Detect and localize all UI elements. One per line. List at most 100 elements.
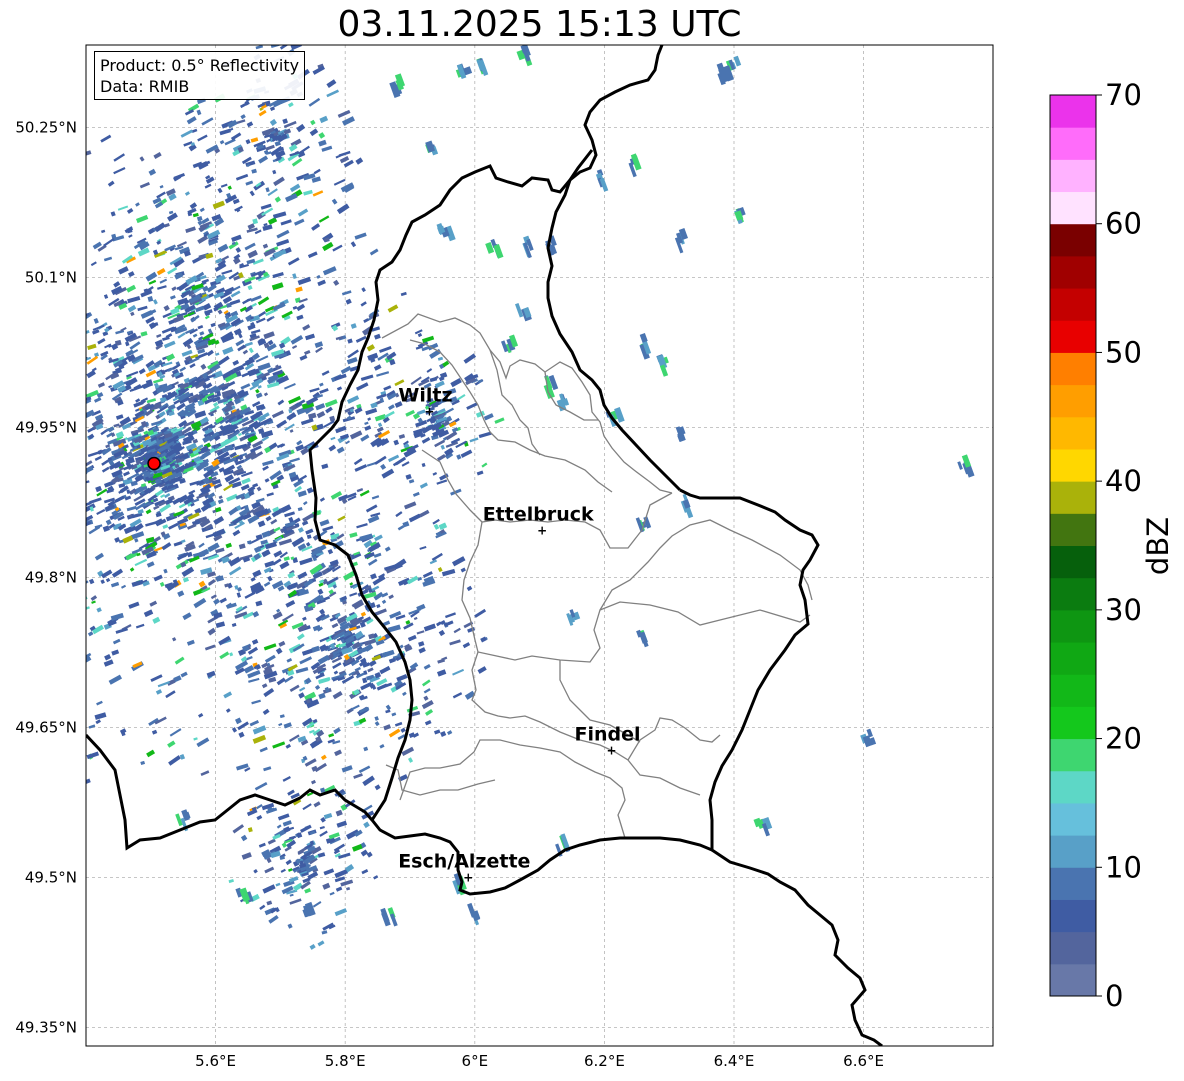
city-marker: +: [424, 405, 434, 419]
echo-pixel: [957, 461, 963, 470]
echo-pixel: [138, 368, 146, 375]
echo-pixel: [445, 612, 456, 619]
echo-pixel: [388, 728, 401, 738]
echo-pixel: [174, 656, 185, 665]
echo-pixel: [394, 721, 403, 727]
echo-pixel: [299, 656, 313, 665]
echo-pixel: [0, 329, 7, 334]
echo-pixel: [187, 523, 197, 530]
echo-pixel: [107, 180, 115, 187]
echo-pixel: [318, 692, 326, 700]
echo-pixel: [273, 176, 285, 187]
echo-pixel: [463, 353, 477, 364]
echo-pixel: [413, 616, 418, 621]
echo-pixel: [220, 183, 228, 188]
echo-pixel: [367, 667, 374, 673]
echo-pixel: [354, 232, 367, 240]
echo-pixel: [94, 552, 104, 561]
echo-pixel: [255, 388, 260, 394]
echo-pixel: [21, 639, 33, 648]
echo-pixel: [312, 190, 324, 197]
echo-pixel: [232, 529, 241, 537]
echo-pixel: [432, 471, 438, 476]
echo-pixel: [423, 688, 431, 694]
echo-pixel: [452, 692, 463, 699]
echo-pixel: [93, 397, 102, 403]
echo-pixel: [103, 256, 113, 262]
echo-pixel: [332, 662, 342, 669]
echo-pixel: [103, 294, 109, 299]
echo-pixel: [259, 904, 266, 911]
echo-pixel: [200, 363, 207, 370]
echo-pixel: [231, 727, 238, 733]
echo-pixel: [476, 470, 484, 476]
echo-pixel: [1, 321, 8, 327]
echo-pixel: [256, 814, 263, 821]
echo-pixel: [329, 891, 335, 896]
echo-pixel: [155, 689, 163, 695]
echo-pixel: [334, 908, 348, 917]
echo-pixel: [59, 385, 70, 394]
echo-pixel: [0, 442, 2, 449]
echo-pixel: [67, 397, 78, 404]
echo-pixel: [418, 641, 425, 647]
echo-pixel: [263, 766, 272, 772]
echo-pixel: [284, 675, 294, 683]
echo-pixel: [254, 781, 268, 791]
echo-pixel: [332, 244, 343, 252]
echo-pixel: [340, 365, 352, 375]
city-marker: +: [606, 744, 616, 758]
echo-pixel: [87, 631, 94, 637]
echo-pixel: [207, 627, 216, 636]
echo-pixel: [223, 691, 233, 699]
echo-pixel: [54, 341, 63, 349]
echo-pixel: [290, 335, 304, 345]
echo-pixel: [219, 139, 225, 145]
echo-pixel: [81, 569, 86, 573]
echo-pixel: [238, 731, 245, 738]
echo-pixel: [305, 542, 311, 547]
echo-pixel: [337, 109, 351, 118]
echo-pixel: [56, 394, 62, 400]
axis-ticks: 50.25°N 50.1°N 49.95°N 49.8°N 49.65°N 49.5°N 4…: [15, 119, 884, 1071]
echo-pixel: [281, 842, 288, 848]
echo-pixel: [213, 598, 221, 605]
echo-pixel: [261, 549, 271, 558]
echo-pixel: [193, 737, 198, 741]
echo-pixel: [262, 465, 269, 471]
echo-pixel: [384, 546, 391, 552]
echo-pixel: [384, 410, 395, 419]
echo-pixel: [191, 128, 198, 133]
echo-pixel: [396, 674, 408, 682]
echo-pixel: [192, 212, 199, 218]
echo-pixel: [314, 684, 321, 691]
echo-pixel: [196, 216, 203, 222]
radar-reflectivity-echoes: [0, 45, 975, 950]
echo-pixel: [59, 444, 71, 452]
echo-pixel: [62, 436, 73, 442]
echo-pixel: [143, 609, 154, 618]
canton-boundaries: [599, 519, 813, 611]
echo-pixel: [308, 97, 321, 107]
echo-pixel: [362, 775, 375, 787]
echo-pixel: [242, 349, 249, 355]
echo-pixel: [307, 251, 318, 259]
echo-pixel: [145, 271, 158, 282]
lat-tick-label: 49.35°N: [15, 1019, 77, 1037]
echo-pixel: [112, 638, 121, 645]
echo-pixel: [268, 914, 279, 924]
echo-pixel: [167, 212, 178, 222]
echo-pixel: [146, 398, 157, 404]
echo-pixel: [86, 150, 92, 157]
lon-tick-label: 5.6°E: [195, 1052, 236, 1070]
echo-pixel: [350, 241, 357, 248]
country-border: [86, 488, 820, 896]
echo-pixel: [147, 296, 154, 302]
echo-pixel: [48, 402, 57, 408]
echo-pixel: [62, 308, 73, 317]
echo-pixel: [59, 200, 67, 206]
echo-pixel: [52, 368, 59, 374]
echo-pixel: [110, 581, 120, 588]
echo-pixel: [334, 749, 342, 757]
echo-pixel: [95, 719, 102, 725]
